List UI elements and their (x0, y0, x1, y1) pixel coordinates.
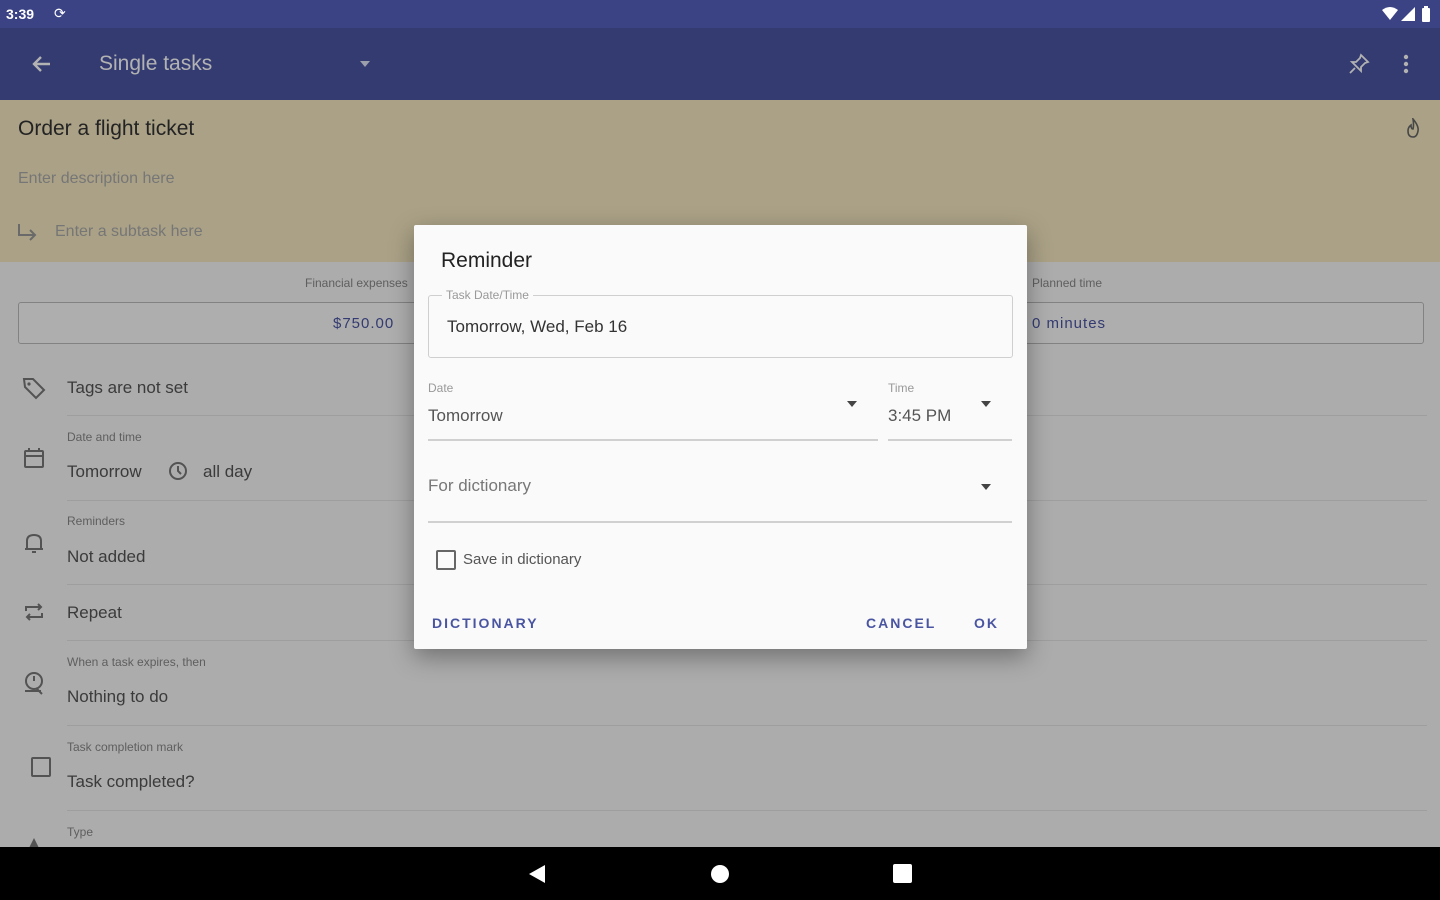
ok-button[interactable]: OK (974, 615, 999, 631)
battery-icon (1422, 6, 1430, 22)
save-in-dictionary-label[interactable]: Save in dictionary (463, 551, 581, 568)
dictionary-dropdown-icon[interactable] (981, 484, 991, 490)
status-time: 3:39 (6, 6, 35, 22)
reminder-dialog: Reminder Task Date/Time Tomorrow, Wed, F… (414, 225, 1027, 649)
time-select-underline (888, 439, 1012, 441)
nav-home-icon[interactable] (710, 864, 730, 884)
nav-recents-icon[interactable] (893, 864, 912, 883)
date-select-label: Date (428, 381, 454, 395)
wifi-icon (1382, 7, 1398, 20)
date-dropdown-icon[interactable] (847, 401, 857, 407)
time-select-value[interactable]: 3:45 PM (888, 406, 951, 426)
dictionary-button[interactable]: DICTIONARY (432, 615, 539, 631)
date-select-underline (428, 439, 878, 441)
time-dropdown-icon[interactable] (981, 401, 991, 407)
dictionary-select[interactable]: For dictionary (428, 476, 531, 496)
signal-icon (1401, 7, 1415, 21)
cancel-button[interactable]: CANCEL (866, 615, 936, 631)
dialog-title: Reminder (441, 249, 533, 272)
task-datetime-label: Task Date/Time (442, 288, 533, 302)
date-select-value[interactable]: Tomorrow (428, 406, 503, 426)
task-datetime-value: Tomorrow, Wed, Feb 16 (447, 317, 628, 336)
nav-back-icon[interactable] (528, 864, 546, 884)
status-bar: 3:39 ⟳ (0, 0, 1440, 28)
navigation-bar (0, 847, 1440, 900)
time-select-label: Time (888, 381, 915, 395)
sync-icon: ⟳ (54, 5, 66, 21)
save-in-dictionary-checkbox[interactable] (436, 550, 456, 570)
dictionary-select-underline (428, 521, 1012, 523)
